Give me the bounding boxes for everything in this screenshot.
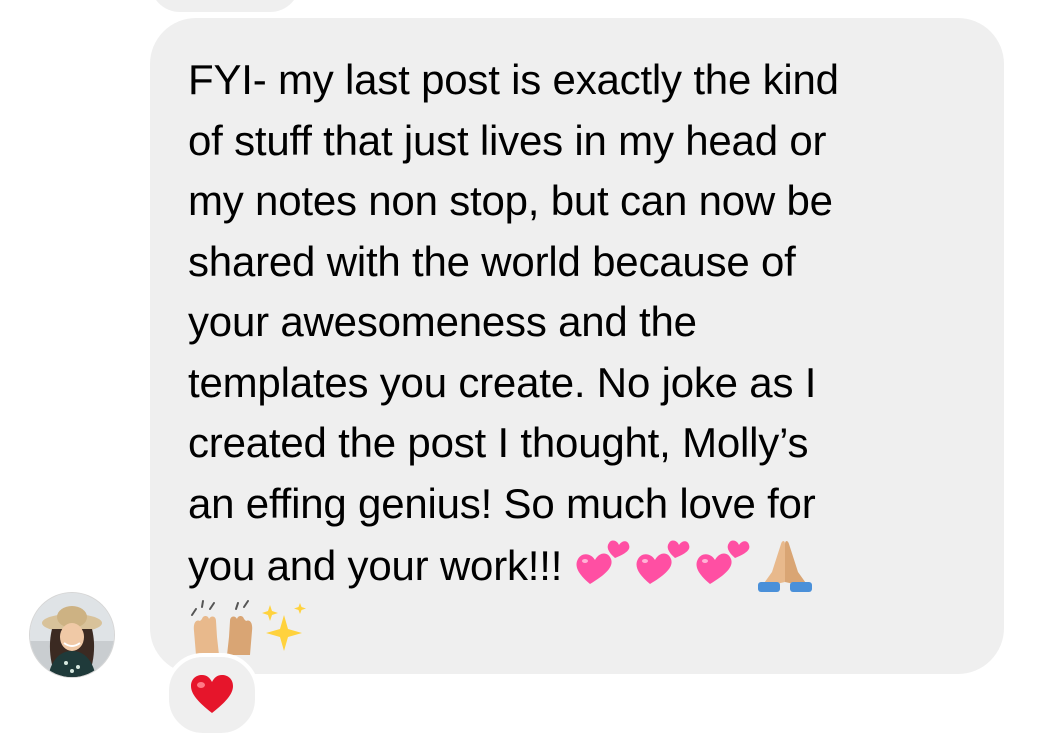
message-line: your awesomeness and the — [188, 298, 697, 345]
message-line: you and your work!!! — [188, 542, 574, 589]
emoji-line — [188, 597, 978, 657]
message-line-with-emojis: you and your work!!! — [188, 534, 978, 597]
message-line: an effing genius! So much love for — [188, 479, 816, 527]
two-hearts-icon — [634, 536, 694, 592]
message-text: FYI- my last post is exactly the kind of… — [188, 50, 978, 657]
message-line: shared with the world because of — [188, 237, 796, 285]
previous-message-bubble[interactable] — [150, 0, 300, 12]
message-line: of stuff that just lives in my head or — [188, 116, 827, 164]
two-hearts-icon — [694, 536, 754, 592]
chat-thread: FYI- my last post is exactly the kind of… — [0, 0, 1039, 755]
message-line: FYI- my last post is exactly the kind — [188, 56, 839, 103]
reaction-badge[interactable] — [165, 653, 259, 737]
red-heart-icon — [190, 674, 234, 719]
message-line: my notes non stop, but can now be — [188, 177, 833, 224]
folded-hands-icon — [754, 534, 816, 592]
message-bubble[interactable]: FYI- my last post is exactly the kind of… — [150, 18, 1004, 674]
two-hearts-icon — [574, 536, 634, 592]
sparkles-icon — [258, 601, 310, 657]
avatar[interactable] — [30, 593, 114, 677]
message-line: created the post I thought, Molly’s — [188, 419, 809, 466]
message-line: templates you create. No joke as I — [188, 358, 817, 406]
raising-hands-icon — [188, 597, 258, 657]
